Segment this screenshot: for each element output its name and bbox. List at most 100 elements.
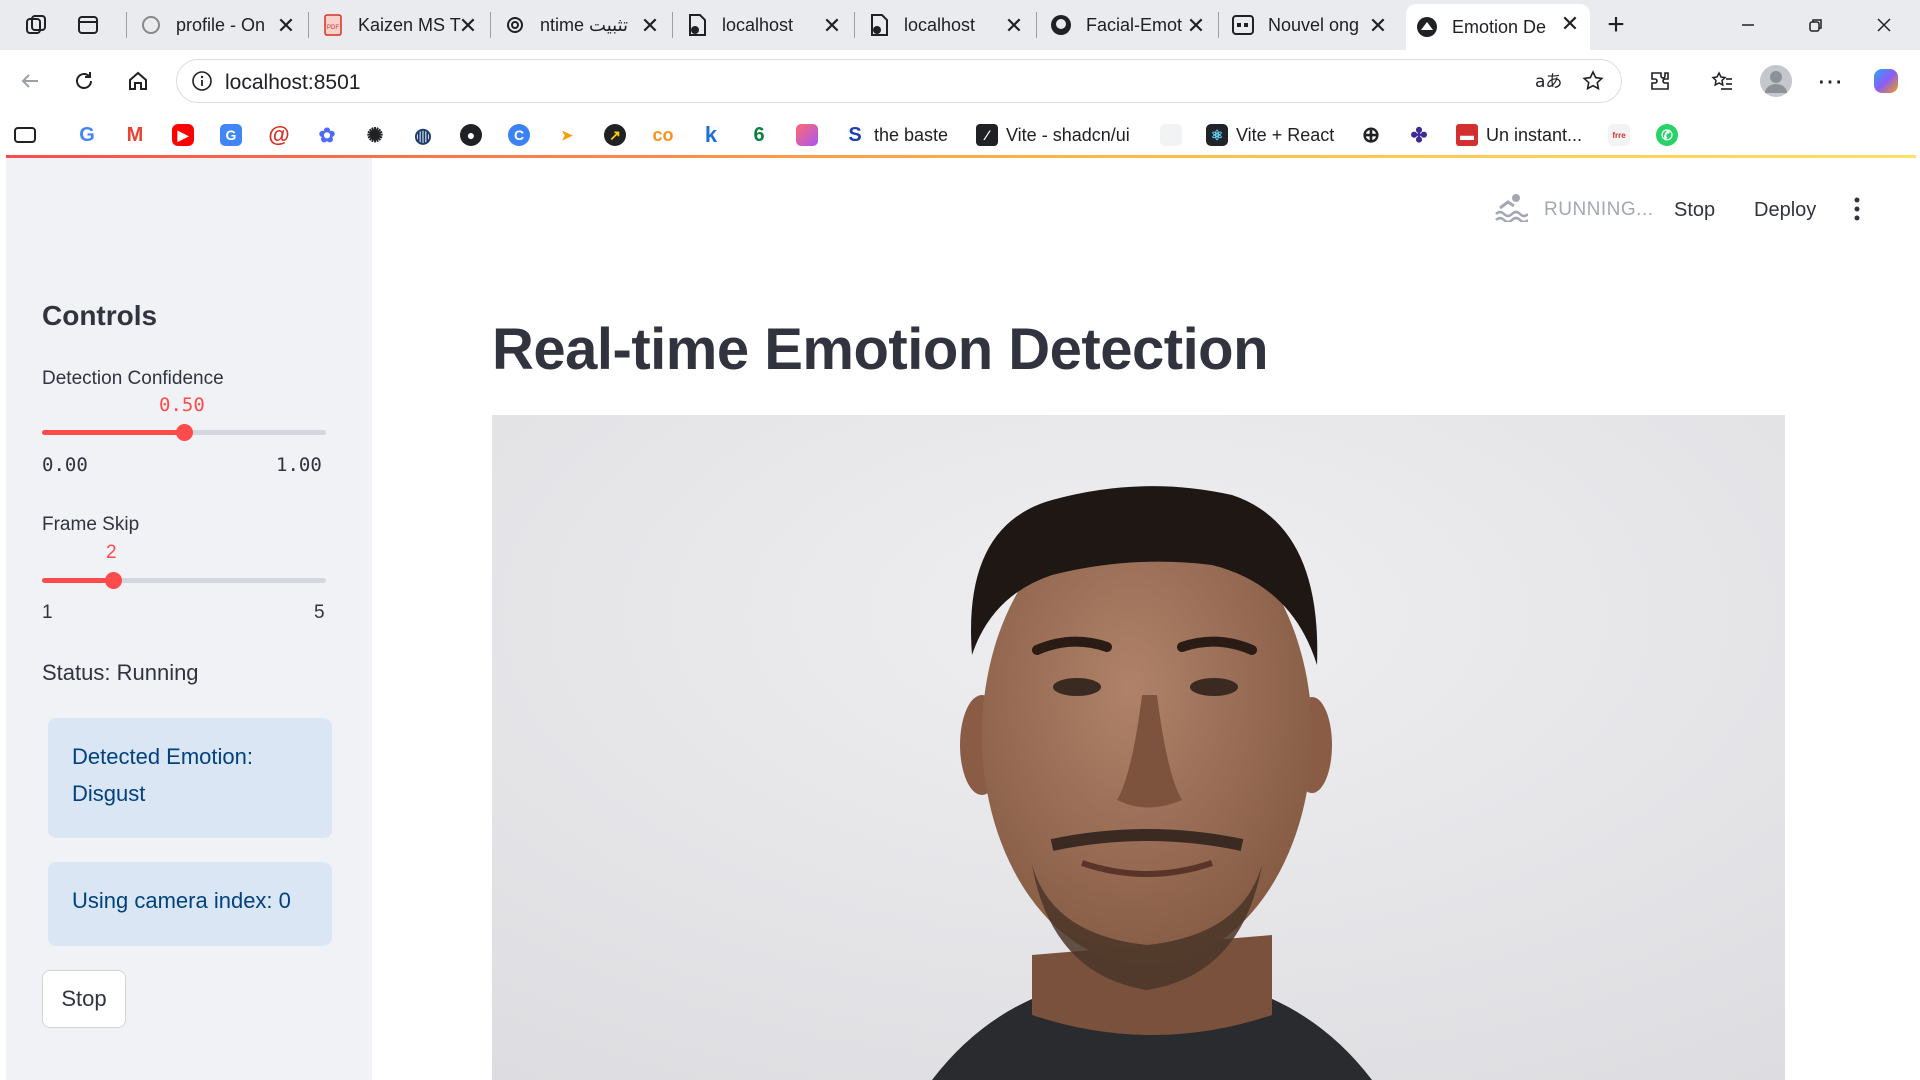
copilot-icon[interactable] [1866, 61, 1906, 101]
frame-skip-min: 1 [42, 602, 53, 623]
header-stop-button[interactable]: Stop [1674, 199, 1715, 222]
page-icon [1232, 14, 1254, 36]
frame-skip-slider-thumb[interactable] [105, 572, 122, 589]
tab-localhost-1[interactable]: localhost ✕ [676, 6, 852, 44]
confidence-max: 1.00 [276, 454, 322, 476]
sidebar-stop-button[interactable]: Stop [42, 970, 126, 1028]
google-icon[interactable]: G [76, 120, 106, 150]
info-icon[interactable] [191, 70, 213, 97]
tab-label: localhost [904, 14, 976, 35]
arrow-logo-icon[interactable]: ➤ [556, 120, 586, 150]
close-icon[interactable]: ✕ [820, 13, 844, 39]
grid-app-icon[interactable]: ✤ [1408, 120, 1438, 150]
svg-text:aあ: aあ [1535, 72, 1561, 92]
svg-text:PDF: PDF [327, 25, 339, 31]
close-icon[interactable]: ✕ [1558, 11, 1582, 37]
tab-kaizen[interactable]: PDF Kaizen MS T ✕ [312, 6, 488, 44]
globe-network-icon[interactable]: ◍ [412, 120, 442, 150]
whatsapp-icon[interactable]: ✆ [1656, 120, 1686, 150]
close-icon[interactable]: ✕ [456, 13, 480, 39]
bookmark-the-baste[interactable]: Sthe baste [844, 120, 948, 150]
bookmark-icon[interactable] [14, 120, 44, 150]
url-text[interactable]: localhost:8501 [225, 71, 360, 95]
close-window-icon[interactable] [1852, 0, 1916, 50]
close-icon[interactable]: ✕ [1184, 13, 1208, 39]
tab-localhost-2[interactable]: localhost ✕ [858, 6, 1034, 44]
github-icon [1050, 14, 1072, 36]
swirl-icon[interactable]: 6 [748, 120, 778, 150]
youtube-icon[interactable]: ▶ [172, 120, 202, 150]
tab-ntime[interactable]: ntime تثبيت ✕ [494, 6, 670, 44]
close-icon[interactable]: ✕ [1002, 13, 1026, 39]
blank-page-icon[interactable] [1160, 120, 1190, 150]
main-menu-icon[interactable] [1852, 196, 1862, 227]
sidebar: Controls Detection Confidence 0.50 0.00 … [6, 158, 372, 1080]
coursera-icon[interactable]: co [652, 120, 682, 150]
bookmarks-bar: G M ▶ G @ ✿ ✺ ◍ ● C ➤ ↗ co k 6 Sthe bast… [0, 112, 1920, 158]
confidence-value: 0.50 [159, 394, 205, 416]
shadcn-icon: ⁄ [976, 124, 998, 146]
more-options-icon[interactable]: ⋯ [1810, 61, 1850, 101]
camera-text: Using camera index: 0 [72, 888, 291, 913]
favorites-icon[interactable] [1702, 61, 1742, 101]
frame-skip-slider[interactable] [42, 572, 326, 589]
profile-avatar[interactable] [1756, 61, 1796, 101]
google-translate-icon[interactable]: G [220, 120, 250, 150]
bookmark-vite-react[interactable]: ⚛ Vite + React [1206, 120, 1334, 150]
confidence-slider-thumb[interactable] [176, 424, 193, 441]
pdf-icon: PDF [322, 14, 344, 36]
confidence-slider-fill [42, 430, 184, 435]
openai-icon[interactable]: ✺ [364, 120, 394, 150]
translate-icon[interactable]: aあ [1535, 70, 1562, 97]
tab-label: ntime تثبيت [540, 14, 629, 35]
back-icon[interactable] [10, 61, 50, 101]
github-icon[interactable]: ● [460, 120, 490, 150]
address-bar[interactable]: localhost:8501 aあ [176, 59, 1622, 103]
confidence-label: Detection Confidence [42, 368, 224, 389]
emotion-label: Detected Emotion: [72, 744, 253, 769]
frame-skip-label: Frame Skip [42, 514, 140, 535]
page-title: Real-time Emotion Detection [492, 317, 1269, 382]
confidence-slider[interactable] [42, 424, 326, 441]
close-icon[interactable]: ✕ [1366, 13, 1390, 39]
tab-label: Nouvel ong [1268, 14, 1360, 35]
k-logo-icon[interactable]: k [700, 120, 730, 150]
tab-facial-emotion[interactable]: Facial-Emot ✕ [1040, 6, 1216, 44]
status-text: Status: Running [42, 660, 199, 685]
bookmark-vite-shadcn[interactable]: ⁄ Vite - shadcn/ui [976, 120, 1130, 150]
minimize-icon[interactable] [1716, 0, 1780, 50]
gmail-icon[interactable]: M [124, 120, 154, 150]
bookmark-un-instant[interactable]: ▬ Un instant... [1456, 120, 1582, 150]
running-status: RUNNING... [1544, 199, 1654, 220]
close-icon[interactable]: ✕ [638, 13, 662, 39]
at-sign-icon[interactable]: @ [268, 120, 298, 150]
navigation-bar: localhost:8501 aあ ⋯ [0, 50, 1920, 112]
reload-icon[interactable] [64, 61, 104, 101]
red-site-icon: ▬ [1456, 124, 1478, 146]
colorful-app-icon[interactable] [796, 120, 826, 150]
openai-icon [140, 14, 162, 36]
tab-label: Kaizen MS T [358, 14, 461, 35]
tab-profile[interactable]: profile - On ✕ [130, 6, 306, 44]
favorite-star-icon[interactable] [1581, 69, 1605, 98]
new-tab-icon[interactable]: + [1594, 0, 1638, 50]
deepseek-icon[interactable]: ✿ [316, 120, 346, 150]
tab-label: Emotion De [1452, 16, 1547, 37]
workspaces-icon[interactable] [16, 5, 56, 45]
home-icon[interactable] [118, 61, 158, 101]
tab-emotion-detection[interactable]: Emotion De ✕ [1406, 4, 1590, 50]
emotion-alert: Detected Emotion: Disgust [48, 718, 332, 838]
copilot-c-icon[interactable]: C [508, 120, 538, 150]
tab-nouvel-onglet[interactable]: Nouvel ong ✕ [1222, 6, 1398, 44]
extensions-icon[interactable] [1640, 61, 1680, 101]
s-logo-icon: S [844, 124, 866, 146]
running-swimmer-icon [1494, 192, 1529, 227]
page-icon [868, 14, 890, 36]
restore-icon[interactable] [1784, 0, 1848, 50]
tab-actions-icon[interactable] [68, 5, 108, 45]
close-icon[interactable]: ✕ [274, 13, 298, 39]
globe-icon[interactable]: ⊕ [1360, 120, 1390, 150]
deploy-button[interactable]: Deploy [1754, 199, 1816, 222]
arrow-circle-icon[interactable]: ↗ [604, 120, 634, 150]
small-logo-icon[interactable]: frre [1608, 120, 1638, 150]
